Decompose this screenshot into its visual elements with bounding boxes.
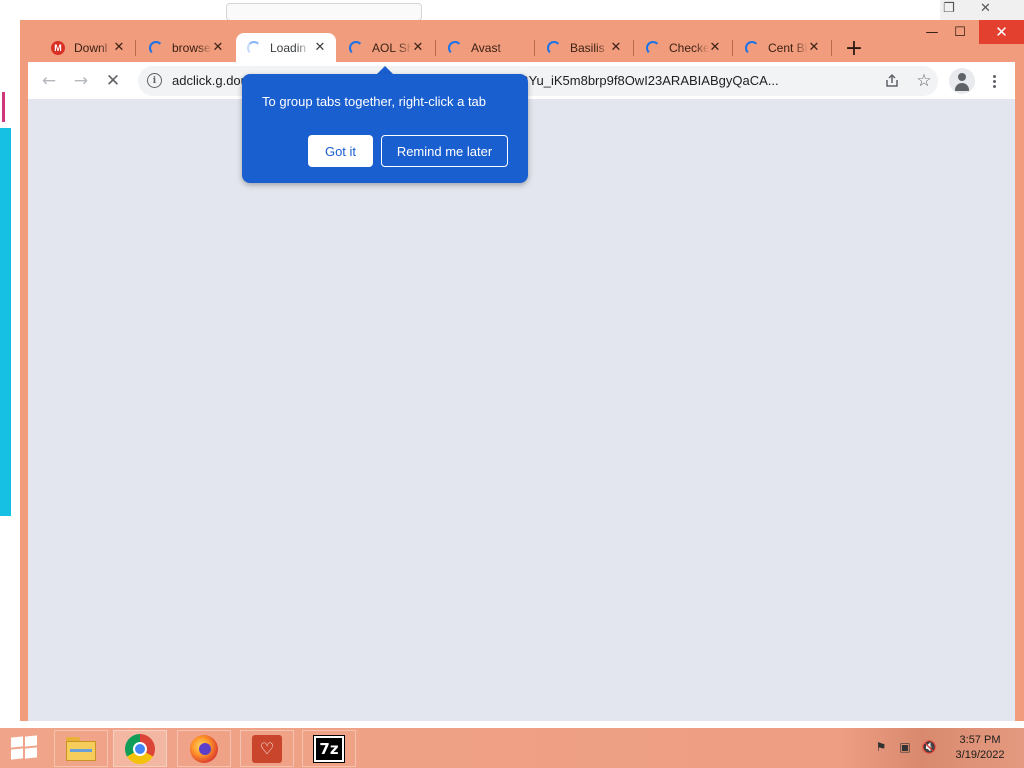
tab-aol[interactable]: AOL Sh ✕ — [338, 33, 434, 62]
tab-separator — [633, 40, 634, 56]
tab-close-icon[interactable]: ✕ — [608, 39, 624, 55]
taskbar-firefox[interactable] — [177, 730, 231, 767]
tab-title: Avast — [471, 40, 501, 55]
tab-checker[interactable]: Checke ✕ — [635, 33, 731, 62]
windows-taskbar: ♡ 7z ⚑ ▣ 🔇 3:57 PM 3/19/2022 — [0, 728, 1024, 768]
background-close-icon: ✕ — [980, 1, 991, 16]
taskbar-chrome[interactable] — [113, 730, 167, 767]
tab-title: browse — [172, 40, 211, 55]
tab-cent[interactable]: Cent Bl ✕ — [734, 33, 830, 62]
bookmark-star-icon[interactable]: ☆ — [913, 70, 935, 92]
got-it-button[interactable]: Got it — [308, 135, 373, 167]
background-window-accent — [2, 92, 5, 122]
tab-basilisk[interactable]: Basilis ✕ — [536, 33, 632, 62]
tab-close-icon[interactable]: ✕ — [806, 39, 822, 55]
close-window-button[interactable]: ✕ — [979, 20, 1024, 44]
page-content — [28, 99, 1015, 721]
tab-strip: M Downl ✕ browse ✕ Loadin ✕ AOL Sh ✕ Ava… — [20, 20, 1024, 62]
tab-title: Loadin — [270, 40, 307, 55]
tab-close-icon[interactable]: ✕ — [111, 39, 127, 55]
tab-separator — [435, 40, 436, 56]
tab-close-icon[interactable]: ✕ — [410, 39, 426, 55]
tab-avast[interactable]: Avast — [437, 33, 533, 62]
tab-close-icon[interactable]: ✕ — [210, 39, 226, 55]
profile-avatar-icon[interactable] — [949, 68, 975, 94]
site-info-icon[interactable]: i — [147, 73, 162, 88]
tab-close-icon[interactable]: ✕ — [312, 39, 328, 55]
chrome-icon — [125, 733, 155, 764]
network-icon[interactable]: ▣ — [896, 738, 914, 756]
remind-me-later-button[interactable]: Remind me later — [381, 135, 508, 167]
tooltip-message: To group tabs together, right-click a ta… — [262, 94, 487, 109]
tab-browse[interactable]: browse ✕ — [138, 33, 234, 62]
tab-close-icon[interactable]: ✕ — [707, 39, 723, 55]
taskbar-health-monitor[interactable]: ♡ — [240, 730, 294, 767]
loading-spinner-icon — [744, 40, 760, 56]
start-button[interactable] — [10, 735, 38, 760]
background-window-titlebar — [226, 3, 422, 21]
tab-separator — [732, 40, 733, 56]
taskbar-file-explorer[interactable] — [54, 730, 108, 767]
file-explorer-icon — [66, 736, 96, 761]
action-center-flag-icon[interactable]: ⚑ — [872, 738, 890, 756]
firefox-icon — [190, 734, 218, 763]
loading-spinner-icon — [447, 40, 463, 56]
background-window-controls: ❐ ✕ — [940, 0, 1024, 20]
tab-title: Checke — [669, 40, 709, 55]
loading-spinner-icon — [546, 40, 562, 56]
tab-title: Basilis — [570, 40, 605, 55]
loading-spinner-icon — [246, 40, 262, 56]
loading-spinner-icon — [348, 40, 364, 56]
background-window-fragment — [0, 128, 11, 516]
clock-date: 3/19/2022 — [955, 749, 1005, 761]
7zip-icon: 7z — [313, 734, 345, 763]
tab-separator — [534, 40, 535, 56]
background-restore-icon: ❐ — [943, 1, 955, 16]
tab-separator — [135, 40, 136, 56]
system-clock[interactable]: 3:57 PM 3/19/2022 — [944, 733, 1016, 763]
volume-muted-icon[interactable]: 🔇 — [920, 738, 938, 756]
tab-loading-active[interactable]: Loadin ✕ — [236, 33, 336, 62]
tab-title: AOL Sh — [372, 40, 412, 55]
chrome-menu-icon[interactable] — [984, 68, 1004, 94]
tab-title: Cent Bl — [768, 40, 808, 55]
tab-separator — [831, 40, 832, 56]
maximize-button[interactable]: ☐ — [945, 20, 975, 44]
tab-downl[interactable]: M Downl ✕ — [40, 33, 135, 62]
system-tray: ⚑ ▣ 🔇 — [872, 738, 938, 756]
health-monitor-icon: ♡ — [252, 734, 282, 763]
loading-spinner-icon — [645, 40, 661, 56]
gmail-letter: M — [51, 40, 65, 55]
tab-groups-tooltip: To group tabs together, right-click a ta… — [242, 74, 528, 183]
taskbar-7zip[interactable]: 7z — [302, 730, 356, 767]
loading-spinner-icon — [148, 40, 164, 56]
back-button[interactable]: ← — [36, 68, 62, 94]
gmail-icon: M — [50, 40, 66, 56]
forward-button[interactable]: → — [68, 68, 94, 94]
minimize-button[interactable]: — — [917, 20, 947, 44]
share-icon[interactable] — [882, 71, 902, 91]
stop-loading-button[interactable]: ✕ — [100, 68, 126, 94]
new-tab-button[interactable]: + — [841, 35, 867, 61]
clock-time: 3:57 PM — [959, 734, 1001, 746]
tab-title: Downl — [74, 40, 108, 55]
